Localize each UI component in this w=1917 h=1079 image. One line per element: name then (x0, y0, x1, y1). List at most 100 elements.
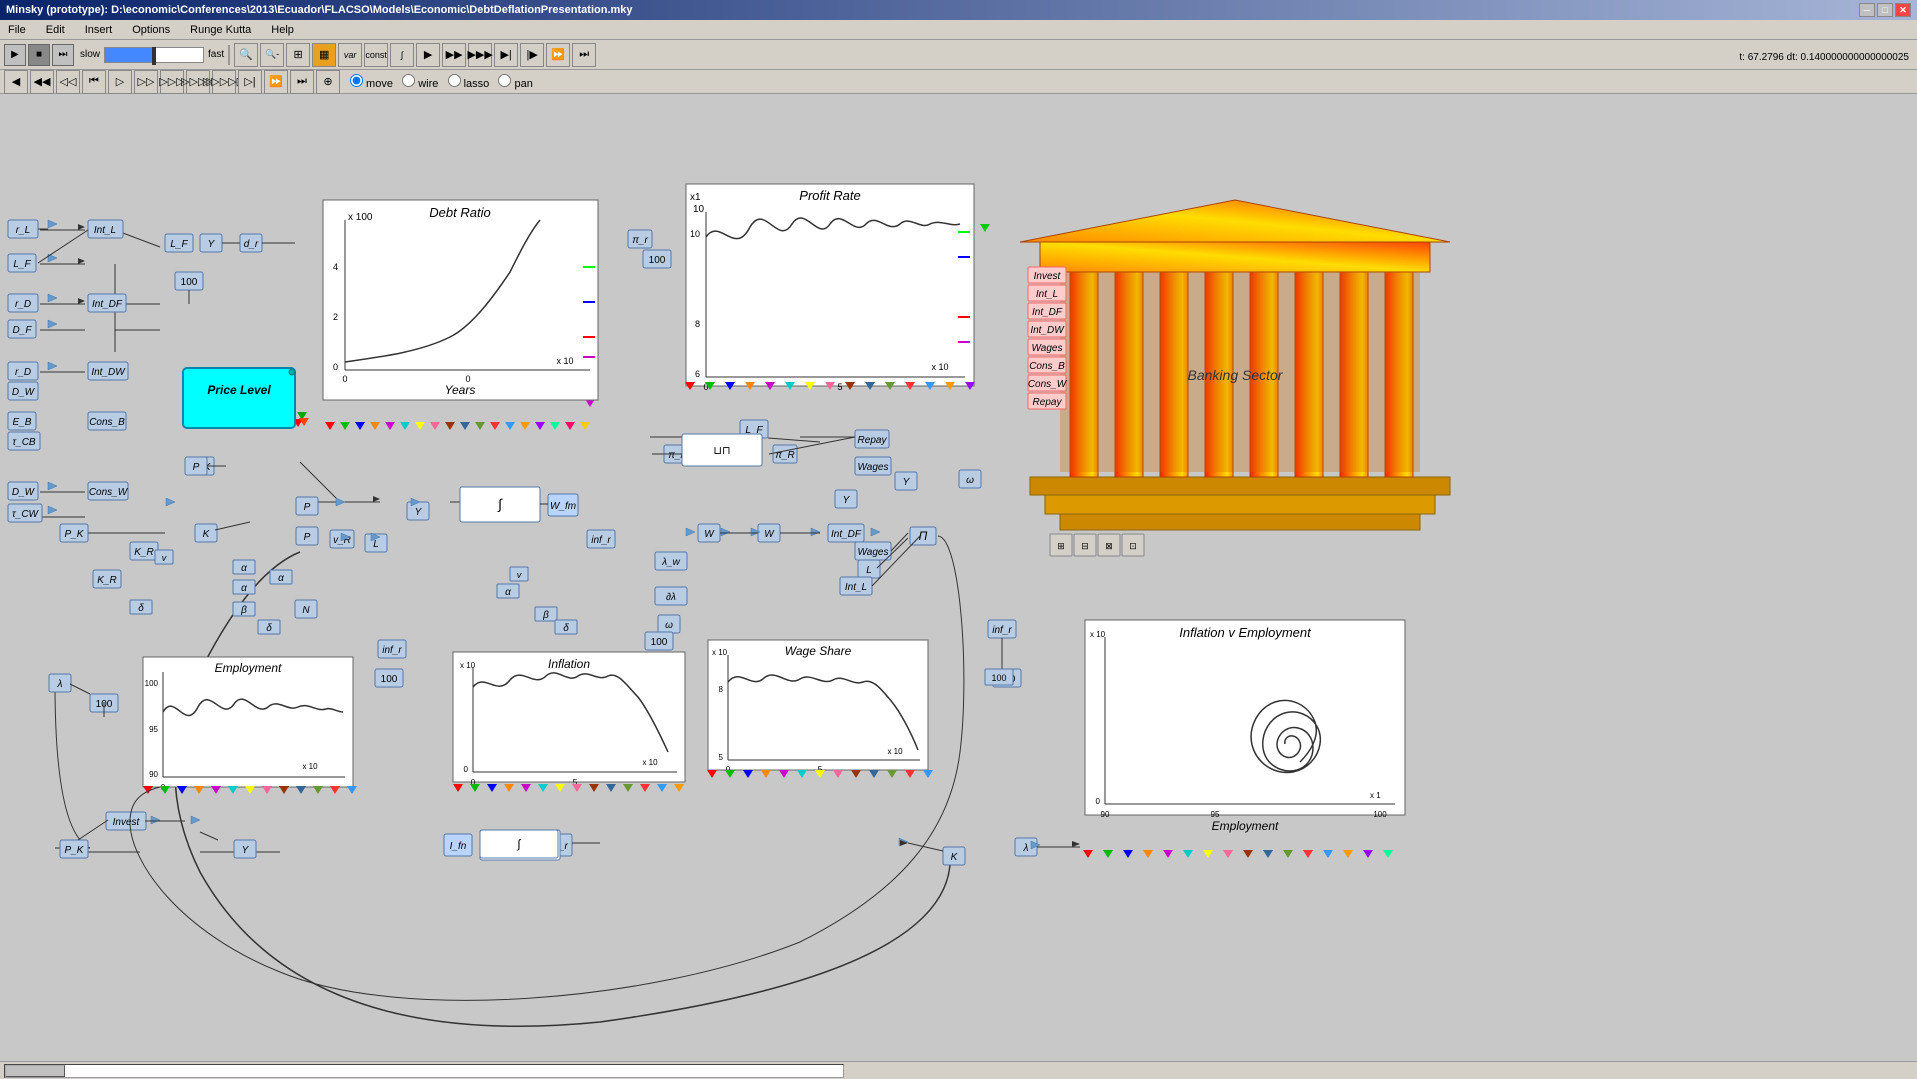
speed-slow-label: slow (80, 49, 100, 60)
step4-button[interactable]: ▶| (494, 43, 518, 67)
step5-button[interactable]: |▶ (520, 43, 544, 67)
separator1 (228, 45, 230, 65)
svg-text:5: 5 (837, 382, 842, 392)
step7-button[interactable]: ⏭ (572, 43, 596, 67)
menu-help[interactable]: Help (267, 23, 298, 37)
svg-text:inf_r: inf_r (992, 625, 1012, 636)
fwd6-button[interactable]: ▷| (238, 70, 262, 94)
step1-button[interactable]: ▶ (416, 43, 440, 67)
stop-button[interactable]: ■ (28, 44, 50, 66)
svg-text:x 10: x 10 (712, 648, 728, 657)
svg-text:K_R: K_R (134, 547, 153, 558)
svg-text:r_D: r_D (15, 367, 31, 378)
svg-text:∫: ∫ (516, 837, 521, 851)
svg-text:inf_r: inf_r (591, 535, 611, 546)
maximize-button[interactable]: □ (1877, 3, 1893, 17)
svg-text:Int_DW: Int_DW (1030, 325, 1065, 336)
svg-text:100: 100 (145, 679, 159, 688)
svg-text:Int_DF: Int_DF (1032, 307, 1063, 318)
svg-text:4: 4 (333, 262, 338, 272)
svg-text:W: W (704, 529, 715, 540)
step6-button[interactable]: ⏩ (546, 43, 570, 67)
svg-text:100: 100 (651, 637, 668, 648)
svg-text:E_B: E_B (13, 417, 32, 428)
svg-text:I_fn: I_fn (450, 841, 467, 852)
svg-text:Int_L: Int_L (1036, 289, 1058, 300)
menu-options[interactable]: Options (128, 23, 174, 37)
svg-text:ω: ω (966, 475, 974, 486)
fwd8-button[interactable]: ⏭ (290, 70, 314, 94)
var-button[interactable]: var (338, 43, 362, 67)
banking-sector-label: Banking Sector (1188, 367, 1284, 383)
histogram-button[interactable]: ▦ (312, 43, 336, 67)
speed-area: slow fast (80, 47, 224, 63)
back3-button[interactable]: ◁◁ (56, 70, 80, 94)
svg-text:x 10: x 10 (1090, 630, 1106, 639)
back1-button[interactable]: ◀ (4, 70, 28, 94)
minimize-button[interactable]: ─ (1859, 3, 1875, 17)
fwd9-button[interactable]: ⊕ (316, 70, 340, 94)
fwd1-button[interactable]: ▷ (108, 70, 132, 94)
mode-move-label[interactable]: move (350, 78, 393, 90)
step-button[interactable]: ⏭ (52, 44, 74, 66)
zoom-fit-button[interactable]: ⊞ (286, 43, 310, 67)
svg-text:x 10: x 10 (642, 758, 658, 767)
zoom-out-button[interactable]: 🔍- (260, 43, 284, 67)
svg-text:Int_L: Int_L (845, 582, 867, 593)
back2-button[interactable]: ◀◀ (30, 70, 54, 94)
svg-text:0: 0 (1096, 797, 1101, 806)
step2-button[interactable]: ▶▶ (442, 43, 466, 67)
svg-text:x 10: x 10 (302, 762, 318, 771)
step3-button[interactable]: ▶▶▶ (468, 43, 492, 67)
svg-text:α: α (241, 583, 247, 594)
mode-pan-label[interactable]: pan (498, 78, 532, 90)
svg-text:Int_L: Int_L (94, 225, 116, 236)
speed-slider-thumb[interactable] (152, 47, 156, 65)
menu-insert[interactable]: Insert (81, 23, 117, 37)
svg-text:100: 100 (181, 277, 198, 288)
svg-text:Int_DF: Int_DF (831, 529, 862, 540)
zoom-in-button[interactable]: 🔍 (234, 43, 258, 67)
mode-wire-label[interactable]: wire (402, 78, 438, 90)
svg-text:Int_DW: Int_DW (91, 367, 126, 378)
fwd7-button[interactable]: ⏩ (264, 70, 288, 94)
func-button[interactable]: ∫ (390, 43, 414, 67)
mode-lasso-radio[interactable] (448, 74, 461, 87)
svg-text:90: 90 (149, 770, 158, 779)
mode-lasso-label[interactable]: lasso (448, 78, 490, 90)
menu-file[interactable]: File (4, 23, 30, 37)
svg-text:δ: δ (266, 623, 272, 634)
svg-text:D_W: D_W (12, 487, 36, 498)
svg-text:δ: δ (563, 623, 569, 634)
svg-text:Repay: Repay (858, 435, 888, 446)
mode-wire-radio[interactable] (402, 74, 415, 87)
svg-text:Cons_W: Cons_W (89, 487, 129, 498)
mode-pan-radio[interactable] (498, 74, 511, 87)
svg-text:10: 10 (690, 229, 700, 239)
fwd2-button[interactable]: ▷▷ (134, 70, 158, 94)
svg-text:⊟: ⊟ (1081, 541, 1089, 551)
mode-move-radio[interactable] (350, 74, 363, 87)
hscroll-thumb[interactable] (5, 1065, 65, 1077)
menu-runge-kutta[interactable]: Runge Kutta (186, 23, 255, 37)
svg-text:Repay: Repay (1033, 397, 1063, 408)
hscrollbar[interactable] (4, 1064, 844, 1078)
svg-text:α: α (241, 563, 247, 574)
menu-edit[interactable]: Edit (42, 23, 69, 37)
toolbar-row2: ◀ ◀◀ ◁◁ ⏮ ▷ ▷▷ ▷▷▷ ▷▷▷▷ ▷▷▷▷▷ ▷| ⏩ ⏭ ⊕ m… (0, 70, 1917, 94)
close-button[interactable]: ✕ (1895, 3, 1911, 17)
menu-bar: File Edit Insert Options Runge Kutta Hel… (0, 20, 1917, 40)
main-canvas[interactable]: r_L L_F Int_L r_D D_F Int_DF r_D D_W Int… (0, 72, 1917, 1079)
svg-text:L_F: L_F (13, 259, 31, 270)
svg-text:90: 90 (1101, 810, 1110, 819)
svg-text:r_D: r_D (15, 299, 31, 310)
play-button[interactable]: ▶ (4, 44, 26, 66)
fwd5-button[interactable]: ▷▷▷▷▷ (212, 70, 236, 94)
svg-text:100: 100 (991, 673, 1006, 683)
svg-text:v: v (517, 570, 522, 580)
svg-text:ω: ω (665, 620, 673, 631)
speed-slider-track[interactable] (104, 47, 204, 63)
svg-text:P: P (304, 502, 311, 513)
const-button[interactable]: const (364, 43, 388, 67)
back4-button[interactable]: ⏮ (82, 70, 106, 94)
